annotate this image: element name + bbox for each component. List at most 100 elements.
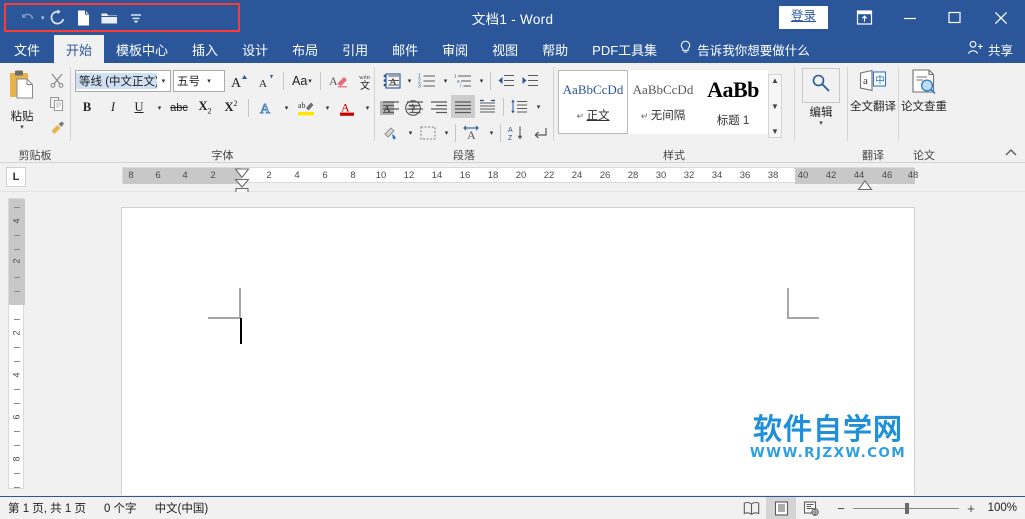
document-page[interactable]: 软件自学网 WWW.RJZXW.COM <box>122 208 914 495</box>
show-formatting-marks-icon[interactable] <box>529 121 553 144</box>
borders-icon[interactable] <box>416 121 440 144</box>
align-left-icon[interactable] <box>379 95 403 118</box>
zoom-in-button[interactable]: + <box>966 501 976 516</box>
open-folder-icon[interactable] <box>97 6 123 30</box>
new-document-icon[interactable] <box>71 6 97 30</box>
tab-stop-selector[interactable]: L <box>6 167 26 187</box>
asian-layout-icon[interactable]: A <box>459 121 485 144</box>
shading-icon[interactable] <box>379 121 404 144</box>
zoom-slider[interactable] <box>853 508 959 509</box>
customize-quick-access-icon[interactable] <box>123 6 149 30</box>
page-info[interactable]: 第 1 页, 共 1 页 <box>8 500 86 516</box>
grow-font-icon[interactable]: A <box>227 69 252 92</box>
subscript-icon[interactable]: X2 <box>193 96 217 119</box>
text-highlight-icon[interactable]: ab <box>294 96 319 119</box>
bold-icon[interactable]: B <box>75 96 99 119</box>
copy-icon[interactable] <box>44 92 70 115</box>
tab-insert[interactable]: 插入 <box>180 35 230 63</box>
horizontal-ruler[interactable]: L 8 6 4 2 2 4 6 8 10 12 14 16 18 20 22 2… <box>0 164 1025 192</box>
scroll-up-icon[interactable]: ▲ <box>771 76 779 85</box>
cut-scissors-icon[interactable] <box>44 68 70 91</box>
paste-dropdown-icon[interactable]: ▾ <box>20 124 24 132</box>
font-color-dropdown-icon[interactable]: ▾ <box>361 96 373 119</box>
tab-file[interactable]: 文件 <box>0 35 54 63</box>
style-item-heading-1[interactable]: AaBb 标题 1 <box>698 70 768 134</box>
zoom-level[interactable]: 100% <box>983 502 1017 514</box>
document-area[interactable]: 软件自学网 WWW.RJZXW.COM <box>28 192 1025 495</box>
shrink-font-icon[interactable]: A <box>254 69 278 92</box>
superscript-icon[interactable]: X2 <box>219 96 243 119</box>
increase-indent-icon[interactable] <box>518 69 542 92</box>
tab-view[interactable]: 视图 <box>480 35 530 63</box>
undo-icon[interactable] <box>14 6 40 30</box>
editing-button[interactable]: 编辑 ▾ <box>796 66 846 128</box>
read-mode-icon[interactable] <box>736 497 766 519</box>
scroll-down-icon[interactable]: ▼ <box>771 102 779 111</box>
font-name-dropdown-icon[interactable]: ▾ <box>157 77 170 85</box>
zoom-slider-thumb[interactable] <box>905 503 909 514</box>
tab-references[interactable]: 引用 <box>330 35 380 63</box>
clear-formatting-icon[interactable]: A <box>326 69 351 92</box>
align-center-icon[interactable] <box>403 95 427 118</box>
multilevel-list-icon[interactable]: 1ai <box>451 69 475 92</box>
web-layout-icon[interactable] <box>796 497 826 519</box>
close-icon[interactable] <box>977 0 1025 35</box>
decrease-indent-icon[interactable] <box>494 69 518 92</box>
sort-icon[interactable]: AZ <box>504 121 529 144</box>
justify-icon[interactable] <box>451 95 475 118</box>
thesis-check-button[interactable]: 论文查重 <box>900 66 948 114</box>
paste-button[interactable]: 粘贴 ▾ <box>0 66 44 132</box>
tab-review[interactable]: 审阅 <box>430 35 480 63</box>
tab-design[interactable]: 设计 <box>230 35 280 63</box>
bullets-dropdown-icon[interactable]: ▾ <box>403 69 415 92</box>
style-item-normal[interactable]: AaBbCcDd ↵ 正文 <box>558 70 628 134</box>
distribute-icon[interactable] <box>475 95 500 118</box>
shading-dropdown-icon[interactable]: ▾ <box>404 121 416 144</box>
line-spacing-dropdown-icon[interactable]: ▾ <box>532 95 544 118</box>
print-layout-icon[interactable] <box>766 497 796 519</box>
asian-layout-dropdown-icon[interactable]: ▾ <box>485 121 497 144</box>
share-button[interactable]: 共享 <box>967 35 1013 63</box>
multilevel-list-dropdown-icon[interactable]: ▾ <box>475 69 487 92</box>
full-translate-button[interactable]: a 中 全文翻译 <box>849 66 897 114</box>
bullets-icon[interactable] <box>379 69 403 92</box>
borders-dropdown-icon[interactable]: ▾ <box>440 121 452 144</box>
tab-help[interactable]: 帮助 <box>530 35 580 63</box>
font-name-combo[interactable]: 等线 (中文正文) ▾ <box>75 70 171 92</box>
strikethrough-icon[interactable]: abc <box>167 96 191 119</box>
vertical-ruler-track[interactable]: 4 2 2 4 6 8 <box>8 198 24 489</box>
underline-dropdown-icon[interactable]: ▾ <box>153 96 165 119</box>
styles-gallery-scroll[interactable]: ▲ ▼ ▼ <box>768 74 782 138</box>
numbering-icon[interactable]: 123 <box>415 69 439 92</box>
collapse-ribbon-icon[interactable] <box>1003 144 1019 160</box>
redo-icon[interactable] <box>45 6 71 30</box>
language-indicator[interactable]: 中文(中国) <box>155 500 209 516</box>
word-count[interactable]: 0 个字 <box>104 500 137 516</box>
underline-icon[interactable]: U <box>127 96 151 119</box>
style-item-no-spacing[interactable]: AaBbCcDd ↵ 无间隔 <box>628 70 698 134</box>
zoom-out-button[interactable]: − <box>836 501 846 516</box>
vertical-ruler[interactable]: 4 2 2 4 6 8 <box>0 192 28 495</box>
line-spacing-icon[interactable] <box>507 95 532 118</box>
change-case-icon[interactable]: Aa▾ <box>289 69 315 92</box>
tell-me-search[interactable]: 告诉我你想要做什么 <box>679 35 810 63</box>
text-highlight-dropdown-icon[interactable]: ▾ <box>321 96 333 119</box>
text-effects-dropdown-icon[interactable]: ▾ <box>280 96 292 119</box>
format-painter-icon[interactable] <box>44 116 70 139</box>
text-effects-icon[interactable]: A <box>254 96 278 119</box>
tab-mailings[interactable]: 邮件 <box>380 35 430 63</box>
ribbon-display-options-icon[interactable] <box>842 0 887 35</box>
editing-dropdown-icon[interactable]: ▾ <box>819 120 823 128</box>
font-color-icon[interactable]: A <box>335 96 359 119</box>
italic-icon[interactable]: I <box>101 96 125 119</box>
maximize-icon[interactable] <box>932 0 977 35</box>
tab-pdf-tools[interactable]: PDF工具集 <box>580 35 669 63</box>
font-size-combo[interactable]: 五号 ▾ <box>173 70 225 92</box>
tab-layout[interactable]: 布局 <box>280 35 330 63</box>
styles-more-icon[interactable]: ▼ <box>771 127 779 136</box>
login-button[interactable]: 登录 <box>779 6 828 29</box>
align-right-icon[interactable] <box>427 95 451 118</box>
minimize-icon[interactable] <box>887 0 932 35</box>
numbering-dropdown-icon[interactable]: ▾ <box>439 69 451 92</box>
font-size-dropdown-icon[interactable]: ▾ <box>202 77 216 85</box>
